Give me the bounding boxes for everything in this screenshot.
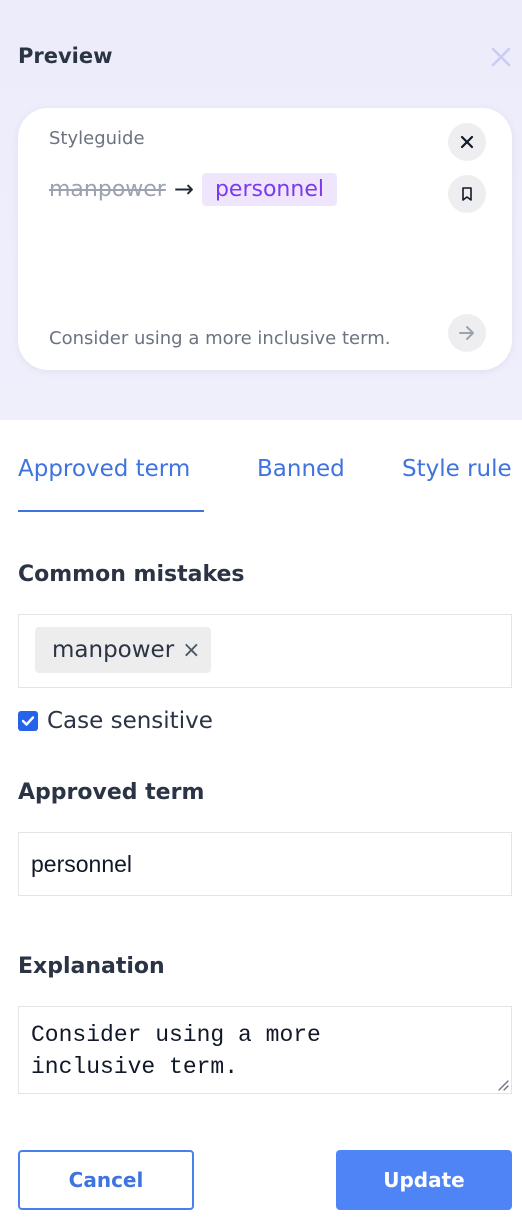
card-explanation: Consider using a more inclusive term. bbox=[49, 328, 391, 349]
approved-term-input[interactable]: personnel bbox=[18, 832, 512, 896]
mistake-tag: manpower × bbox=[35, 627, 211, 673]
replacement-chip[interactable]: personnel bbox=[201, 172, 337, 206]
update-button[interactable]: Update bbox=[336, 1150, 512, 1210]
tab-approved-term[interactable]: Approved term bbox=[18, 450, 204, 512]
checkmark-icon bbox=[21, 716, 35, 726]
case-sensitive-row: Case sensitive bbox=[18, 704, 213, 738]
case-sensitive-checkbox[interactable] bbox=[18, 711, 38, 731]
preview-suggestion-card: Styleguide manpower → personnel Consider… bbox=[18, 108, 512, 370]
cancel-button[interactable]: Cancel bbox=[18, 1150, 194, 1210]
bookmark-button[interactable] bbox=[448, 175, 486, 213]
explanation-text: Consider using a more inclusive term. bbox=[31, 1022, 321, 1080]
tab-bar: Approved term Banned Style rule bbox=[18, 450, 522, 512]
card-category: Styleguide bbox=[49, 128, 145, 149]
close-icon bbox=[460, 135, 474, 149]
bookmark-icon bbox=[462, 187, 472, 201]
preview-title: Preview bbox=[18, 44, 113, 68]
common-mistakes-label: Common mistakes bbox=[18, 562, 245, 587]
arrow-right-icon bbox=[459, 326, 474, 340]
tab-style-rule[interactable]: Style rule bbox=[402, 450, 512, 512]
mistake-text: manpower bbox=[49, 176, 166, 202]
tab-banned[interactable]: Banned bbox=[257, 450, 345, 512]
close-icon[interactable] bbox=[488, 44, 514, 70]
dismiss-button[interactable] bbox=[448, 123, 486, 161]
explanation-textarea[interactable]: Consider using a more inclusive term. bbox=[18, 1006, 512, 1094]
remove-tag-icon[interactable]: × bbox=[182, 638, 200, 663]
apply-button[interactable] bbox=[448, 314, 486, 352]
suggestion-row: manpower → personnel bbox=[49, 170, 337, 208]
resize-grip-icon[interactable] bbox=[495, 1077, 509, 1091]
arrow-right-icon: → bbox=[173, 175, 194, 203]
case-sensitive-label: Case sensitive bbox=[47, 708, 213, 734]
mistake-tag-label: manpower bbox=[52, 637, 175, 663]
preview-panel: Preview Styleguide manpower → personnel … bbox=[0, 0, 522, 420]
explanation-label: Explanation bbox=[18, 954, 165, 979]
approved-term-label: Approved term bbox=[18, 780, 205, 805]
common-mistakes-input[interactable]: manpower × bbox=[18, 614, 512, 688]
